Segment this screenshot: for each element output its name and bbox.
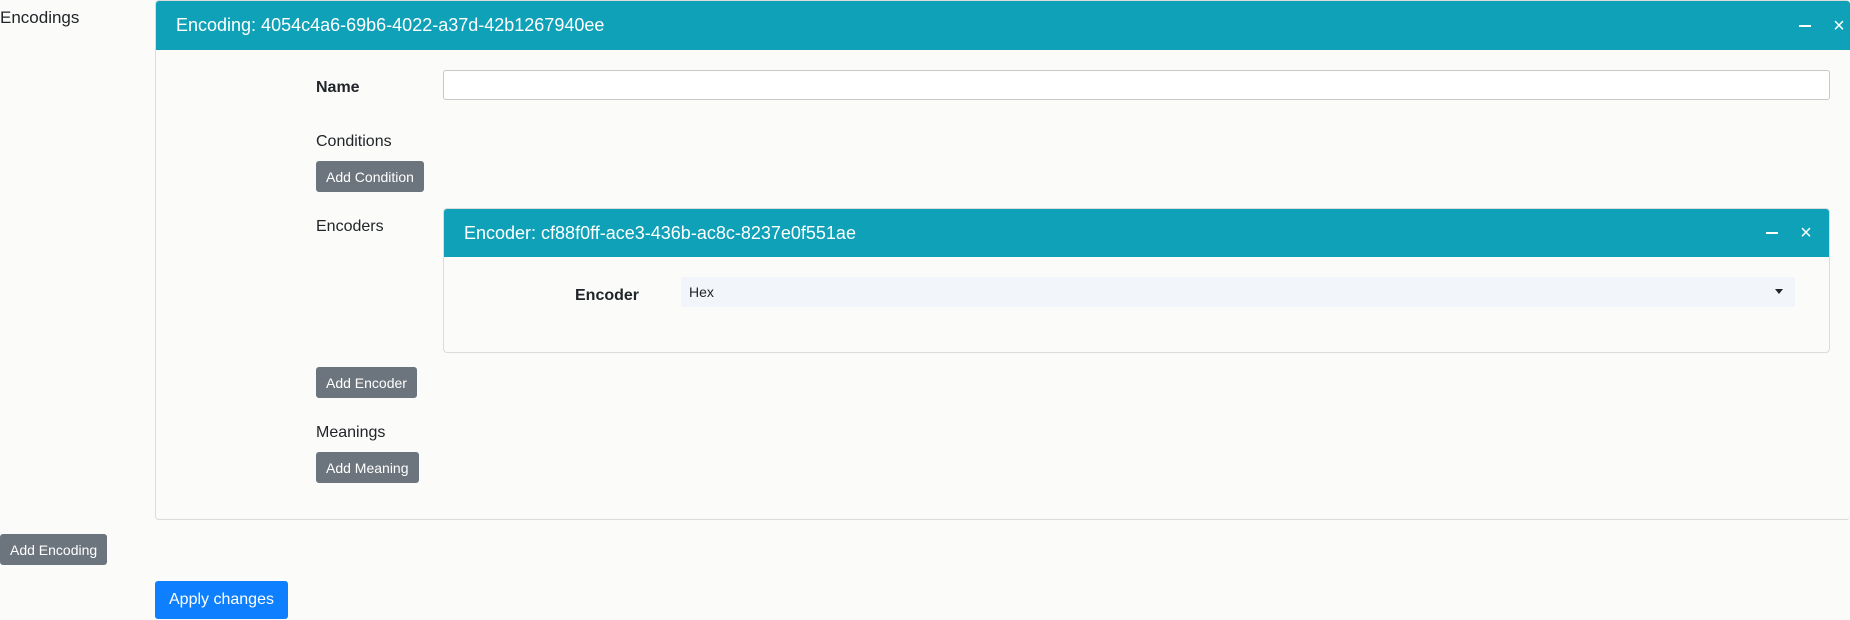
encoder-card: Encoder: cf88f0ff-ace3-436b-ac8c-8237e0f… [443,208,1830,353]
encoder-title: Encoder: cf88f0ff-ace3-436b-ac8c-8237e0f… [464,222,856,243]
add-condition-button[interactable]: Add Condition [316,161,424,192]
encoder-card-header: Encoder: cf88f0ff-ace3-436b-ac8c-8237e0f… [444,209,1829,257]
encoding-title: Encoding: 4054c4a6-69b6-4022-a37d-42b126… [176,15,605,35]
apply-changes-button[interactable]: Apply changes [155,581,288,619]
encoders-label: Encoders [316,218,384,235]
encoding-card: Encoding: 4054c4a6-69b6-4022-a37d-42b126… [155,0,1850,520]
meanings-label: Meanings [316,424,386,441]
chevron-down-icon [1775,289,1783,294]
encoder-field-label: Encoder [575,287,640,304]
add-encoder-button[interactable]: Add Encoder [316,367,417,398]
encoding-card-header: Encoding: 4054c4a6-69b6-4022-a37d-42b126… [156,1,1850,50]
minimize-icon[interactable] [1763,224,1781,242]
conditions-label: Conditions [316,133,392,150]
encodings-label: Encodings [0,8,80,27]
add-encoding-button[interactable]: Add Encoding [0,534,108,565]
encoder-select[interactable]: Hex [681,277,1795,307]
close-icon[interactable]: × [1830,16,1848,36]
name-label: Name [316,79,360,96]
encoder-select-value: Hex [689,284,714,300]
name-input[interactable] [443,70,1830,100]
close-icon[interactable]: × [1797,223,1815,243]
minimize-icon[interactable] [1796,17,1814,35]
add-meaning-button[interactable]: Add Meaning [316,452,419,483]
